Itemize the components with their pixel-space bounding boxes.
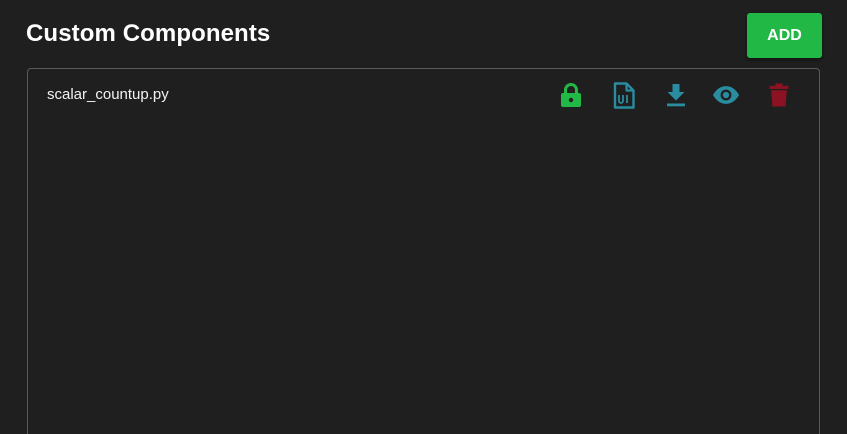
download-button[interactable] [662, 81, 690, 109]
ui-file-icon [613, 81, 635, 109]
components-panel: scalar_countup.py [27, 68, 820, 434]
ui-file-button[interactable] [610, 81, 638, 109]
page-title: Custom Components [26, 20, 271, 47]
eye-icon [712, 86, 740, 104]
view-button[interactable] [712, 81, 740, 109]
delete-button[interactable] [765, 81, 793, 109]
component-row: scalar_countup.py [28, 69, 819, 121]
component-filename: scalar_countup.py [47, 86, 169, 103]
lock-icon [561, 83, 581, 107]
trash-icon [769, 83, 789, 107]
custom-components-page: Custom Components ADD scalar_countup.py [0, 0, 847, 434]
download-icon [667, 84, 685, 107]
lock-button[interactable] [557, 81, 585, 109]
add-button[interactable]: ADD [747, 13, 822, 58]
